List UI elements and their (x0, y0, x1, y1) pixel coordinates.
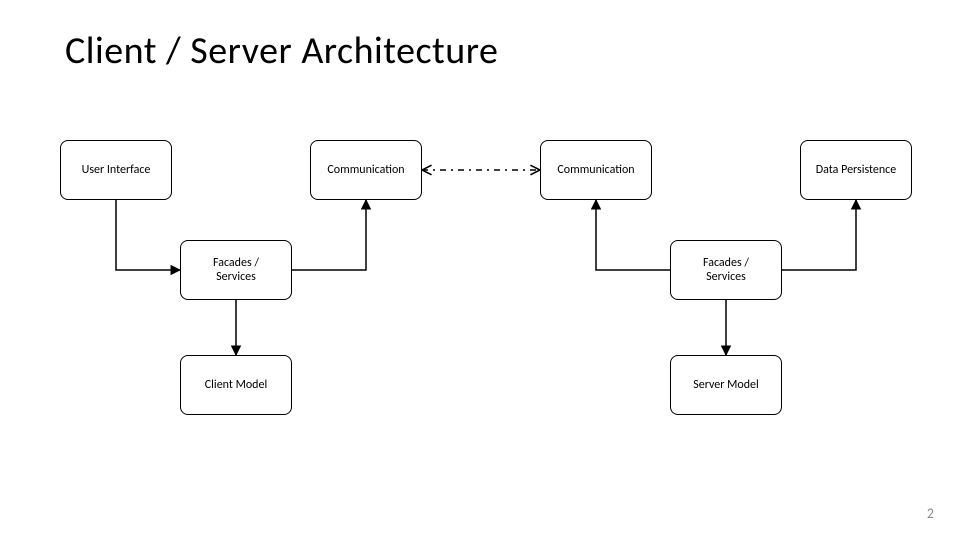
connector-ui-to-facades (116, 200, 180, 270)
box-label: Client Model (205, 378, 267, 392)
box-label: Communication (327, 163, 404, 177)
box-server-model: Server Model (670, 355, 782, 415)
box-communication-client: Communication (310, 140, 422, 200)
page-number: 2 (927, 505, 934, 522)
box-label: Facades /Services (213, 256, 259, 285)
box-communication-server: Communication (540, 140, 652, 200)
box-data-persistence: Data Persistence (800, 140, 912, 200)
box-label: User Interface (82, 163, 151, 177)
box-facades-client: Facades /Services (180, 240, 292, 300)
slide-title: Client / Server Architecture (65, 28, 498, 74)
slide: Client / Server Architecture User Interf… (0, 0, 960, 540)
box-label: Server Model (693, 378, 759, 392)
box-label: Data Persistence (816, 163, 896, 177)
box-facades-server: Facades /Services (670, 240, 782, 300)
box-user-interface: User Interface (60, 140, 172, 200)
connector-facades-to-persistence (782, 200, 856, 270)
connectors-layer (0, 0, 960, 540)
box-client-model: Client Model (180, 355, 292, 415)
box-label: Facades /Services (703, 256, 749, 285)
connector-comm-to-facades-server (596, 200, 670, 270)
box-label: Communication (557, 163, 634, 177)
connector-facades-to-comm-client (292, 200, 366, 270)
